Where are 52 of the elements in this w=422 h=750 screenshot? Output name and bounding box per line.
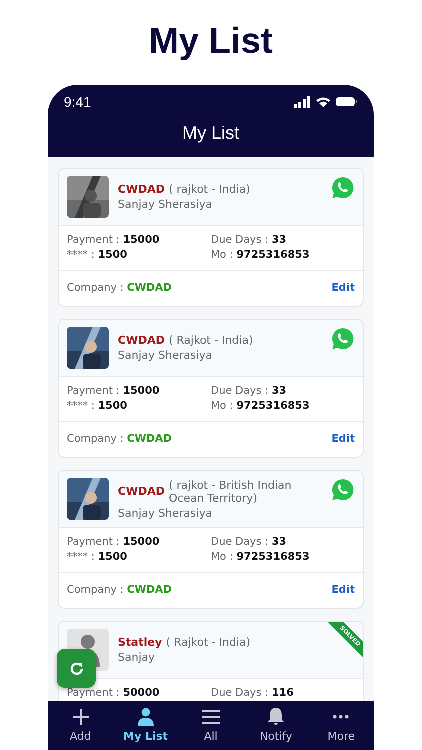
signal-icon <box>294 96 311 108</box>
mobile-text: Mo : 9725316853 <box>211 550 311 565</box>
mobile-text: Mo : 9725316853 <box>211 399 311 414</box>
menu-icon <box>202 710 220 724</box>
customer-location: ( rajkot - India) <box>168 183 250 196</box>
nav-tab[interactable]: Add <box>48 701 114 750</box>
payment-text: Payment : 15000 <box>67 233 161 248</box>
nav-tab[interactable]: Notify <box>244 701 309 750</box>
plus-icon <box>72 709 89 725</box>
company-text: Company : CWDAD <box>67 584 172 596</box>
chat-icon[interactable] <box>331 478 355 502</box>
payment-text: Payment : 15000 <box>67 384 161 399</box>
customer-location: ( rajkot - British Indian Ocean Territory) <box>168 478 293 504</box>
edit-link[interactable]: Edit <box>332 433 355 445</box>
customer-name: CWDAD <box>118 183 165 196</box>
nav-tab[interactable]: All <box>178 701 244 750</box>
person-name: Sanjay Sherasiya <box>118 198 214 211</box>
more-icon <box>333 715 350 719</box>
person-name: Sanjay Sherasiya <box>118 506 214 520</box>
masked-amount-text: **** : 1500 <box>67 399 128 414</box>
due-days-text: Due Days : 33 <box>211 535 288 550</box>
nav-tab[interactable]: More <box>308 701 374 750</box>
customer-name: Statley <box>118 636 162 649</box>
person-name: Sanjay Sherasiya <box>118 349 214 362</box>
customer-location: ( Rajkot - India) <box>166 636 251 649</box>
masked-amount-text: **** : 1500 <box>67 550 128 565</box>
refresh-button[interactable] <box>57 649 96 688</box>
customer-location: ( Rajkot - India) <box>168 334 254 347</box>
person-icon <box>138 708 154 726</box>
nav-tab[interactable]: My List <box>113 701 178 750</box>
customer-name: CWDAD <box>118 334 165 347</box>
company-text: Company : CWDAD <box>67 282 172 294</box>
customer-name: CWDAD <box>118 485 165 498</box>
chat-icon[interactable] <box>331 327 355 351</box>
battery-icon <box>336 97 358 107</box>
payment-text: Payment : 50000 <box>67 686 161 701</box>
company-text: Company : CWDAD <box>67 433 172 445</box>
person-name: Sanjay <box>118 651 156 664</box>
status-time: 9:41 <box>64 94 92 110</box>
bell-icon <box>268 708 284 726</box>
chat-icon[interactable] <box>331 176 355 200</box>
edit-link[interactable]: Edit <box>332 282 355 294</box>
due-days-text: Due Days : 116 <box>211 686 295 701</box>
edit-link[interactable]: Edit <box>332 584 355 596</box>
mobile-text: Mo : 9725316853 <box>211 248 311 263</box>
page-headline: My List <box>148 20 273 63</box>
due-days-text: Due Days : 33 <box>211 384 288 399</box>
screen-title: My List <box>181 123 240 144</box>
wifi-icon <box>316 96 331 108</box>
masked-amount-text: **** : 1500 <box>67 248 128 263</box>
due-days-text: Due Days : 33 <box>211 233 288 248</box>
payment-text: Payment : 15000 <box>67 535 161 550</box>
